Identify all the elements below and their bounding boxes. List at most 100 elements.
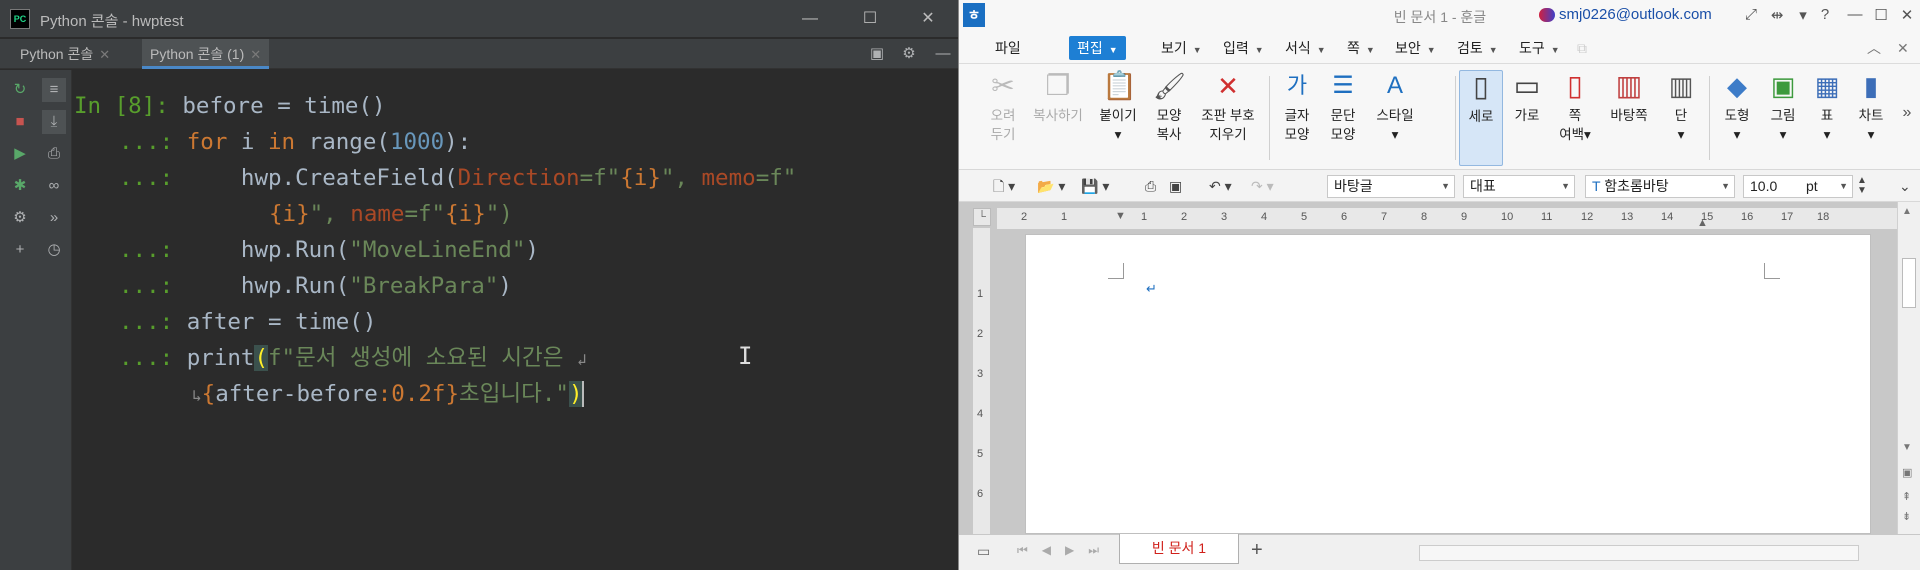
right-indent-marker-icon[interactable]: ▲ xyxy=(1697,217,1708,229)
style-select[interactable]: 바탕글 ▼ xyxy=(1327,175,1455,198)
maximize-button[interactable]: ☐ xyxy=(840,0,900,38)
sheet-tab-active[interactable]: 빈 문서 1 xyxy=(1119,534,1239,564)
input-prompt: In [8]: xyxy=(74,93,169,119)
font-size-stepper[interactable]: ▲ ▼ xyxy=(1857,176,1867,196)
print-icon[interactable]: ⎙ xyxy=(42,142,66,166)
width-fit-icon[interactable]: ⇹ xyxy=(1765,6,1789,24)
vertical-scrollbar[interactable]: ▲ ▼ ▣ ⇞ ⇟ xyxy=(1897,202,1920,534)
ribbon-format-copy-button[interactable]: 🖌 모양 복사 xyxy=(1147,70,1191,166)
page-select-icon[interactable]: ▣ xyxy=(1902,466,1912,479)
help-icon[interactable]: ? xyxy=(1813,6,1837,23)
string-literal: ", xyxy=(309,201,351,227)
ribbon-master-page-button[interactable]: ▥ 바탕쪽 xyxy=(1601,70,1657,166)
redo-icon[interactable]: ↷ ▾ xyxy=(1251,176,1274,196)
new-document-icon[interactable]: 🗋 ▾ xyxy=(993,176,1015,196)
preview-icon[interactable]: ▣ xyxy=(1169,176,1182,196)
ruler-corner-icon[interactable]: └ xyxy=(973,208,991,226)
scrollbar-thumb[interactable] xyxy=(1902,258,1916,308)
ribbon-picture-button[interactable]: ▣ 그림 ▾ xyxy=(1761,70,1805,166)
add-sheet-button[interactable]: + xyxy=(1251,539,1263,562)
language-select[interactable]: 대표 ▼ xyxy=(1463,175,1575,198)
hide-panel-icon[interactable]: — xyxy=(932,43,954,65)
collapse-ribbon-icon[interactable]: ︿ xyxy=(1859,36,1889,60)
code-line-wrapped: ↳{after-before:0.2f}초입니다.") xyxy=(192,376,585,412)
debug-icon[interactable]: ✱ xyxy=(8,174,32,198)
ribbon-columns-button[interactable]: ▥ 단 ▾ xyxy=(1659,70,1703,166)
ribbon-copy-button[interactable]: ❐ 복사하기 xyxy=(1027,70,1089,166)
show-variables-icon[interactable]: ∞ xyxy=(42,174,66,198)
settings-gear-icon[interactable]: ⚙ xyxy=(898,43,920,65)
ribbon-paste-button[interactable]: 📋 붙이기 ▾ xyxy=(1091,70,1145,166)
menu-view[interactable]: 보기 ▼ xyxy=(1153,36,1210,60)
ribbon-portrait-button[interactable]: ▯ 세로 xyxy=(1459,70,1503,166)
close-button[interactable]: ✕ xyxy=(898,0,958,38)
tab-python-console-1[interactable]: Python 콘솔 (1) ✕ xyxy=(142,39,270,69)
menu-page[interactable]: 쪽 ▼ xyxy=(1339,36,1383,60)
ribbon-cut-button[interactable]: ✂ 오려 두기 xyxy=(981,70,1025,166)
ribbon-remove-codes-button[interactable]: ✕ 조판 부호 지우기 xyxy=(1193,70,1263,166)
minimize-button[interactable]: — xyxy=(780,0,840,38)
history-clock-icon[interactable]: ◷ xyxy=(42,238,66,262)
execute-history-icon[interactable]: » xyxy=(42,206,66,230)
fstring-expr: {i} xyxy=(620,165,661,191)
fullscreen-icon[interactable]: ⤢ xyxy=(1739,6,1763,23)
ribbon-table-button[interactable]: ▦ 표 ▾ xyxy=(1807,70,1847,166)
next-page-icon[interactable]: ⇟ xyxy=(1902,510,1911,523)
layout-icon[interactable]: ▣ xyxy=(866,43,888,65)
rerun-icon[interactable]: ↻ xyxy=(8,78,32,102)
ribbon-shape-button[interactable]: ◆ 도형 ▾ xyxy=(1715,70,1759,166)
console-code-area[interactable]: In [8]: before = time() ...: for i in ra… xyxy=(74,70,958,570)
horizontal-scrollbar[interactable] xyxy=(1419,545,1859,561)
maximize-button[interactable]: ☐ xyxy=(1869,6,1893,24)
ruler-tick-label: 18 xyxy=(1817,211,1830,223)
new-console-icon[interactable]: + xyxy=(8,238,32,262)
scroll-up-icon[interactable]: ▲ xyxy=(1902,206,1912,217)
horizontal-ruler[interactable]: 2 1 1 2 3 4 5 6 7 8 9 10 11 12 13 14 15 … xyxy=(997,208,1907,230)
open-folder-icon[interactable]: 📂 ▾ xyxy=(1037,176,1065,196)
close-doc-icon[interactable]: ✕ xyxy=(1889,36,1917,60)
account-button[interactable]: smj0226@outlook.com xyxy=(1539,6,1712,23)
vertical-ruler[interactable]: 1 2 3 4 5 6 xyxy=(973,228,991,534)
tab-python-console[interactable]: Python 콘솔 ✕ xyxy=(12,39,118,69)
close-tab-icon[interactable]: ✕ xyxy=(250,47,261,62)
hangul-window: ㅎ 빈 문서 1 - 훈글 smj0226@outlook.com ⤢ ⇹ ▾ … xyxy=(958,0,1920,570)
menu-insert[interactable]: 입력 ▼ xyxy=(1215,36,1272,60)
undo-icon[interactable]: ↶ ▾ xyxy=(1209,176,1232,196)
close-button[interactable]: ✕ xyxy=(1895,6,1919,24)
ruler-tick-label: 9 xyxy=(1461,211,1468,223)
sheet-list-icon[interactable]: ▭ xyxy=(977,543,990,560)
document-page[interactable]: ↵ xyxy=(1025,234,1871,534)
save-icon[interactable]: 💾 ▾ xyxy=(1081,176,1109,196)
ribbon-chart-button[interactable]: ▮ 차트 ▾ xyxy=(1849,70,1893,166)
sheet-nav-icons[interactable]: ⏮◀▶⏭ xyxy=(1017,543,1113,558)
font-select[interactable]: T 함초롬바탕 ▼ xyxy=(1585,175,1735,198)
menu-format[interactable]: 서식 ▼ xyxy=(1277,36,1334,60)
minimize-button[interactable]: — xyxy=(1843,6,1867,23)
menu-edit[interactable]: 편집 ▼ xyxy=(1069,36,1126,60)
menu-review[interactable]: 검토 ▼ xyxy=(1449,36,1506,60)
close-tab-icon[interactable]: ✕ xyxy=(99,47,110,62)
menu-security[interactable]: 보안 ▼ xyxy=(1387,36,1444,60)
scroll-down-icon[interactable]: ▼ xyxy=(1902,442,1912,453)
extension-icon[interactable]: ⧉ xyxy=(1569,36,1595,60)
prev-page-icon[interactable]: ⇞ xyxy=(1902,490,1911,503)
stop-icon[interactable]: ■ xyxy=(8,110,32,134)
ribbon-para-shape-button[interactable]: ☰ 문단 모양 xyxy=(1321,70,1365,166)
string-literal: =f" xyxy=(579,165,621,191)
menu-file[interactable]: 파일 xyxy=(987,36,1029,60)
ribbon-style-button[interactable]: A 스타일 ▾ xyxy=(1367,70,1423,166)
soft-wrap-icon[interactable]: ≡ xyxy=(42,78,66,102)
indent-marker-icon[interactable]: ▼ xyxy=(1115,210,1126,222)
toolbar-more-icon[interactable]: ⌄ xyxy=(1899,176,1911,196)
print-icon[interactable]: ⎙ xyxy=(1145,176,1156,196)
ribbon-more-icon[interactable]: » xyxy=(1897,104,1917,128)
run-icon[interactable]: ▶ xyxy=(8,142,32,166)
ribbon-margin-button[interactable]: ▯ 쪽 여백▾ xyxy=(1551,70,1599,166)
ribbon-landscape-button[interactable]: ▭ 가로 xyxy=(1505,70,1549,166)
scroll-to-end-icon[interactable]: ⤓ xyxy=(42,110,66,134)
console-settings-icon[interactable]: ⚙ xyxy=(8,206,32,230)
font-size-select[interactable]: 10.0 pt ▼ xyxy=(1743,175,1853,198)
dropdown-icon[interactable]: ▾ xyxy=(1791,6,1815,24)
menu-tools[interactable]: 도구 ▼ xyxy=(1511,36,1568,60)
ribbon-char-shape-button[interactable]: 가 글자 모양 xyxy=(1275,70,1319,166)
